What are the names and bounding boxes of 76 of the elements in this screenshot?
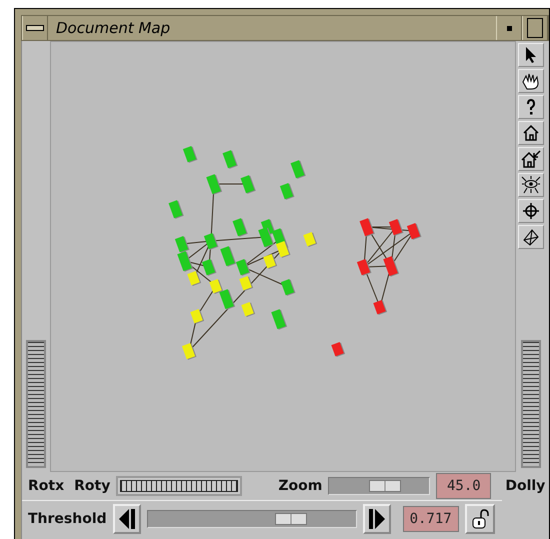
graph-node xyxy=(222,150,238,169)
home-icon xyxy=(522,124,540,142)
window-menu-button[interactable] xyxy=(22,16,48,40)
graph-node xyxy=(182,343,196,360)
graph-node xyxy=(356,259,372,276)
graph-node xyxy=(209,279,224,294)
graph-node xyxy=(202,259,216,276)
graph-node xyxy=(236,259,250,276)
graph-node xyxy=(360,218,375,237)
graph-node xyxy=(241,302,256,317)
pointer-tool[interactable] xyxy=(518,43,544,67)
graph-node xyxy=(263,254,278,269)
set-home-button[interactable] xyxy=(518,147,544,171)
graph-node xyxy=(406,223,422,240)
roty-thumbwheel[interactable] xyxy=(116,476,242,496)
zoom-value-field[interactable]: 45.0 xyxy=(436,473,492,499)
graph-node xyxy=(280,183,294,200)
graph-node xyxy=(219,289,236,310)
projection-button[interactable] xyxy=(518,225,544,249)
rotx-thumbwheel[interactable] xyxy=(26,340,46,468)
crosshair-icon xyxy=(522,202,540,220)
dolly-label: Dolly xyxy=(505,478,546,494)
help-button[interactable] xyxy=(518,95,544,119)
graph-node xyxy=(383,256,400,277)
rotx-label: Rotx xyxy=(28,478,64,494)
minimize-icon xyxy=(506,26,512,30)
graph-node xyxy=(239,276,254,291)
menu-bar-icon xyxy=(26,25,44,31)
step-forward-button[interactable] xyxy=(362,504,391,534)
graph-node xyxy=(204,233,218,250)
graph-node xyxy=(303,232,318,247)
dolly-thumbwheel[interactable] xyxy=(521,340,541,468)
threshold-label: Threshold xyxy=(28,510,107,526)
slider-thumb[interactable] xyxy=(275,512,308,524)
threshold-value-field[interactable]: 0.717 xyxy=(402,506,459,532)
unlocked-padlock-icon xyxy=(470,508,489,528)
graph-node xyxy=(206,174,222,195)
arrow-pointer-icon xyxy=(524,46,538,64)
home-button[interactable] xyxy=(518,121,544,145)
seek-button[interactable] xyxy=(518,199,544,223)
window-title: Document Map xyxy=(55,18,172,39)
lock-button[interactable] xyxy=(464,504,495,534)
graph-node xyxy=(388,219,404,236)
house-arrow-icon xyxy=(521,150,541,168)
maximize-icon xyxy=(527,18,543,38)
minimize-button[interactable] xyxy=(496,16,522,40)
view-all-button[interactable] xyxy=(518,173,544,197)
graph-node xyxy=(290,160,306,179)
graph-node xyxy=(174,236,190,253)
graph-node xyxy=(331,342,346,357)
graph-node xyxy=(182,146,198,163)
graph-node xyxy=(276,241,290,258)
graph-node xyxy=(190,309,204,324)
graph-node xyxy=(271,309,288,330)
question-mark-icon xyxy=(526,99,536,115)
graph-node xyxy=(232,218,248,237)
graph-node xyxy=(240,175,256,194)
graph-node xyxy=(168,200,184,219)
zoom-slider[interactable] xyxy=(328,477,430,495)
zoom-label: Zoom xyxy=(278,478,322,494)
graph-node xyxy=(280,279,296,296)
hand-tool[interactable] xyxy=(518,69,544,93)
graph-node xyxy=(187,271,202,286)
maximize-button[interactable] xyxy=(522,16,548,40)
step-forward-icon xyxy=(368,508,386,530)
graph-node xyxy=(177,251,194,272)
step-back-icon xyxy=(118,508,136,530)
eye-icon xyxy=(521,176,541,194)
step-back-button[interactable] xyxy=(112,504,141,534)
slider-thumb[interactable] xyxy=(369,480,402,492)
threshold-slider[interactable] xyxy=(146,510,357,528)
roty-label: Roty xyxy=(74,478,110,494)
graph-node xyxy=(258,227,274,248)
graph-node xyxy=(373,300,388,315)
graph-node xyxy=(220,246,236,267)
wireframe-icon xyxy=(522,228,540,246)
